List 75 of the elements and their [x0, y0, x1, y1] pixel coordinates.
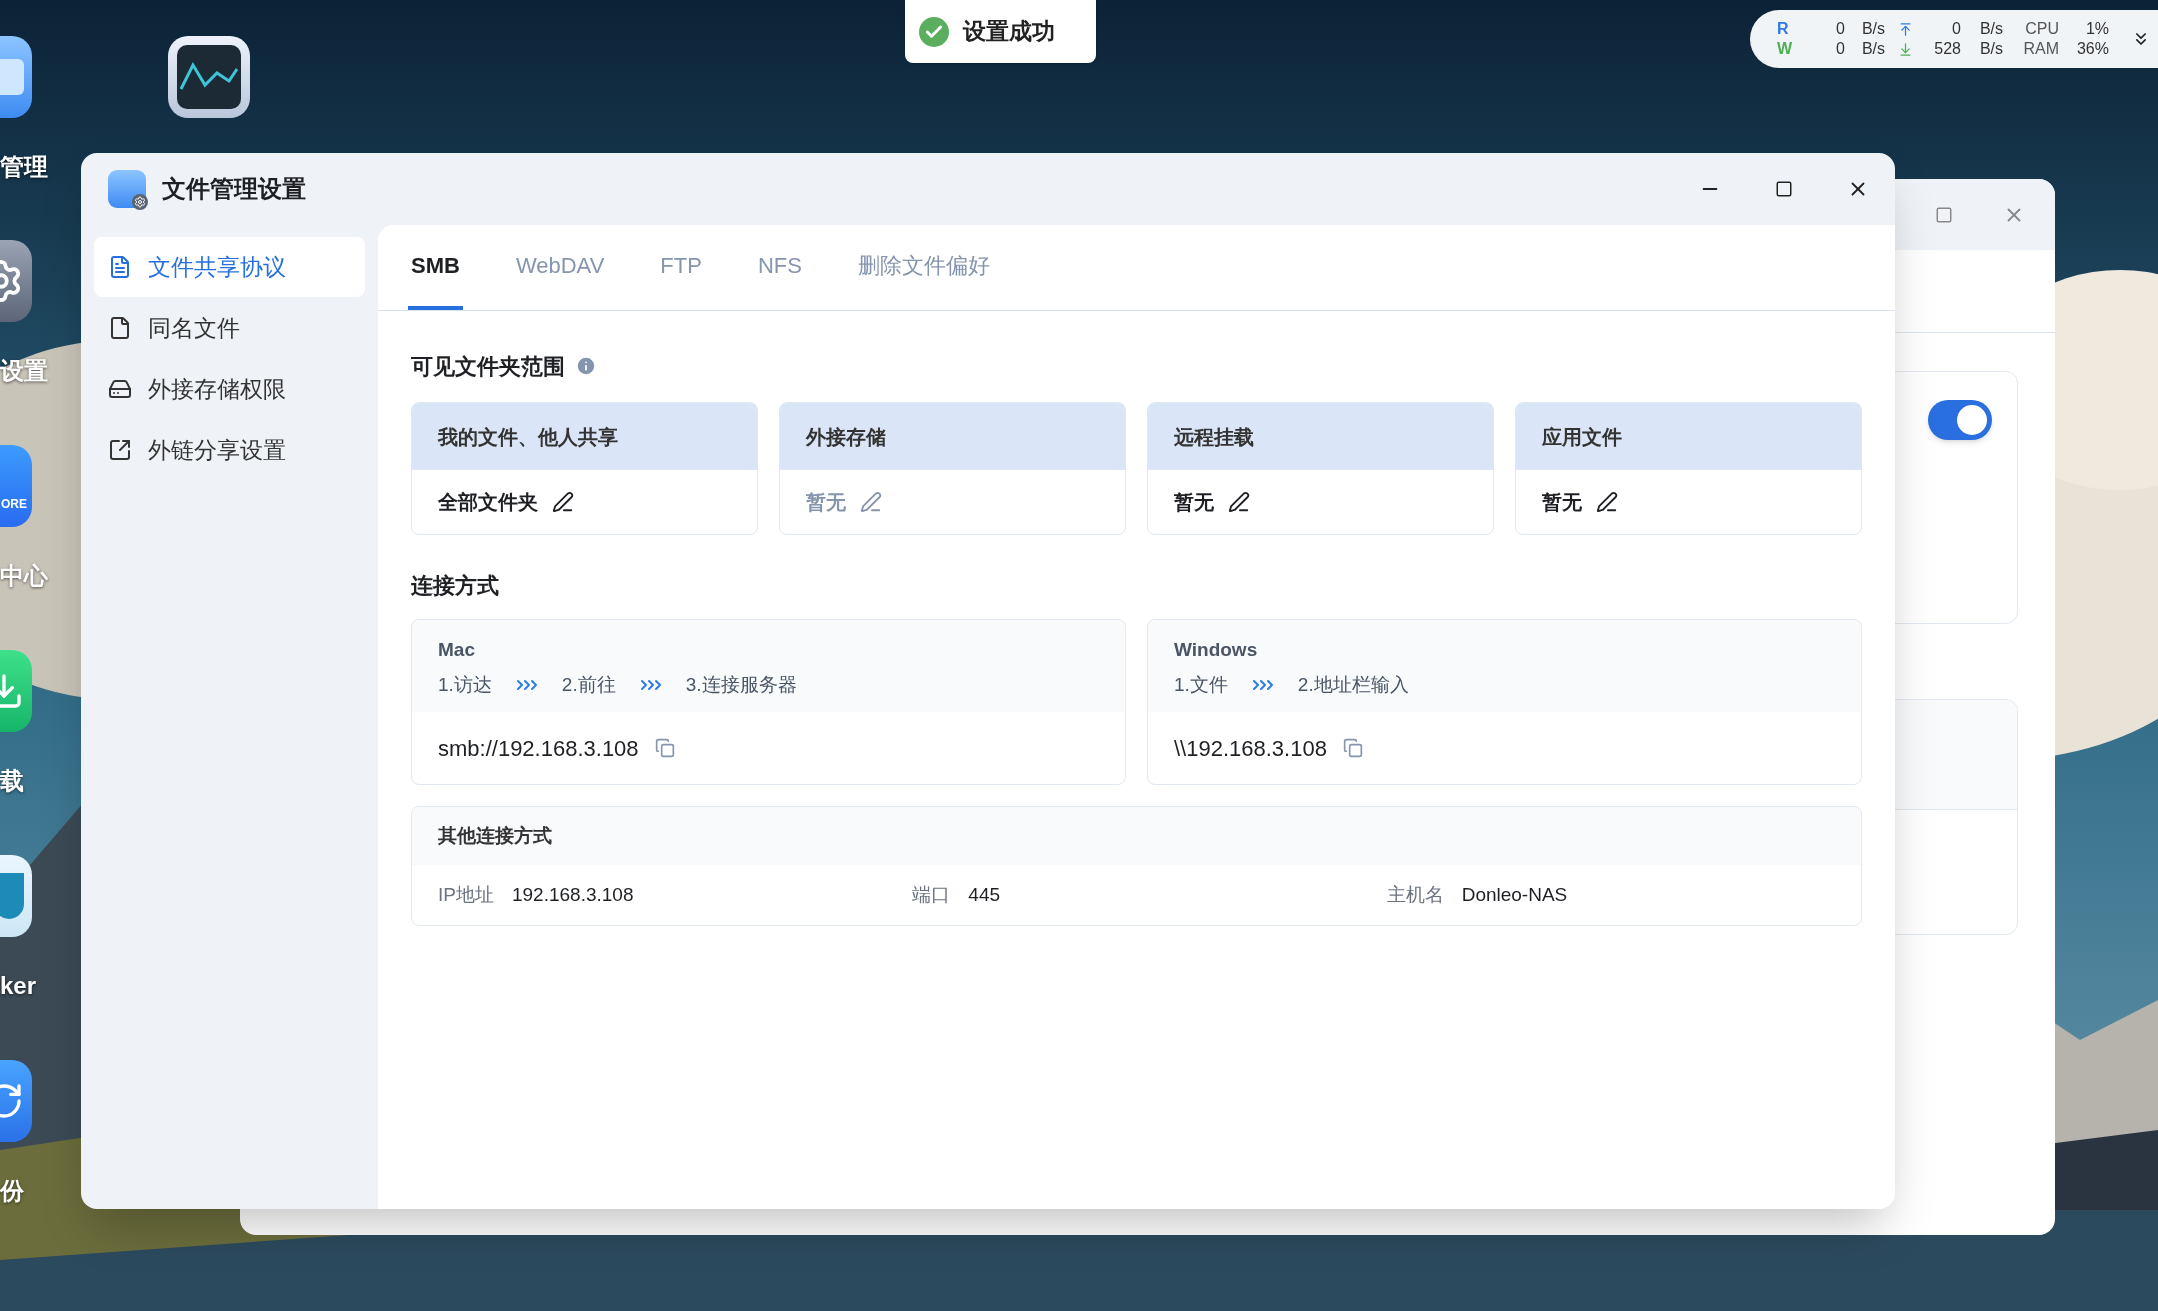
rate-unit: B/s [1860, 19, 1885, 39]
io-rate: 0 [1835, 39, 1845, 59]
tab[interactable]: SMB [408, 225, 463, 310]
field-value: Donleo-NAS [1461, 882, 1568, 907]
metric-value: 1% [2084, 19, 2109, 39]
activity-monitor-icon[interactable] [168, 36, 250, 118]
field-label: IP地址 [438, 882, 494, 907]
metric-label: RAM [2022, 39, 2059, 59]
card-header: 应用文件 [1542, 424, 1622, 450]
app-label: ker [0, 971, 37, 1001]
app-label: 中心 [0, 561, 48, 591]
field-label: 端口 [912, 882, 951, 907]
copy-icon[interactable] [1342, 738, 1363, 758]
app-icon[interactable]: ORE [0, 445, 32, 527]
document-icon [108, 255, 132, 279]
os-name: Windows [1174, 638, 1259, 662]
step-text: 1.文件 [1174, 672, 1228, 697]
sidebar-item[interactable]: 同名文件 [94, 298, 365, 358]
card-header: 远程挂载 [1174, 424, 1254, 450]
card-header: 其他连接方式 [438, 823, 552, 848]
app-label: 份 [0, 1176, 24, 1206]
rw-label: W [1777, 39, 1794, 59]
network-speed: 528 [1933, 39, 1961, 59]
card-header: 外接存储 [806, 424, 886, 450]
card-header: 我的文件、他人共享 [438, 424, 618, 450]
edit-icon[interactable] [1228, 491, 1250, 513]
tab[interactable]: NFS [754, 225, 805, 310]
scope-value: 全部文件夹 [438, 490, 538, 515]
network-speed: 0 [1951, 19, 1961, 39]
edit-icon[interactable] [552, 491, 574, 513]
field-label: 主机名 [1386, 882, 1444, 907]
drive-icon [108, 377, 132, 401]
speed-unit: B/s [1978, 19, 2003, 39]
chevrons-right-icon [639, 677, 662, 692]
scope-value: 暂无 [1174, 490, 1214, 515]
toggle-switch[interactable] [1928, 400, 1992, 440]
field-value: 445 [968, 882, 1001, 907]
scope-value: 暂无 [1542, 490, 1582, 515]
toast-message: 设置成功 [963, 17, 1055, 47]
info-icon [575, 355, 597, 377]
step-text: 2.前往 [561, 672, 616, 697]
share-icon [108, 438, 132, 462]
copy-icon[interactable] [654, 738, 675, 758]
app-label: 管理 [0, 152, 48, 182]
io-rate: 0 [1835, 19, 1845, 39]
server-address: \\192.168.3.108 [1174, 734, 1327, 763]
window-title: 文件管理设置 [162, 174, 306, 204]
step-text: 1.访达 [438, 672, 492, 697]
step-text: 3.连接服务器 [685, 672, 797, 697]
maximize-icon[interactable] [1775, 180, 1793, 198]
app-label: 设置 [0, 356, 48, 386]
speed-unit: B/s [1978, 39, 2003, 59]
sidebar-item[interactable]: 文件共享协议 [94, 237, 365, 297]
os-name: Mac [438, 638, 476, 662]
tab[interactable]: WebDAV [512, 225, 608, 310]
metric-value: 36% [2075, 39, 2109, 59]
chevrons-right-icon [515, 677, 538, 692]
rw-label: R [1777, 19, 1790, 39]
section-title: 连接方式 [411, 572, 500, 599]
app-label: 载 [0, 766, 24, 796]
sidebar-item[interactable]: 外接存储权限 [94, 359, 365, 419]
tab[interactable]: 删除文件偏好 [854, 225, 993, 310]
rate-unit: B/s [1860, 39, 1885, 59]
step-text: 2.地址栏输入 [1297, 672, 1409, 697]
file-icon [108, 316, 132, 340]
section-title: 可见文件夹范围 [411, 352, 565, 381]
field-value: 192.168.3.108 [511, 882, 634, 907]
edit-icon[interactable] [1596, 491, 1618, 513]
server-address: smb://192.168.3.108 [438, 734, 639, 763]
tab[interactable]: FTP [657, 225, 705, 310]
metric-label: CPU [2024, 19, 2059, 39]
sidebar-item[interactable]: 外链分享设置 [94, 420, 365, 480]
app-logo-icon [108, 170, 146, 208]
scope-value: 暂无 [806, 490, 846, 515]
chevrons-right-icon [1251, 677, 1274, 692]
